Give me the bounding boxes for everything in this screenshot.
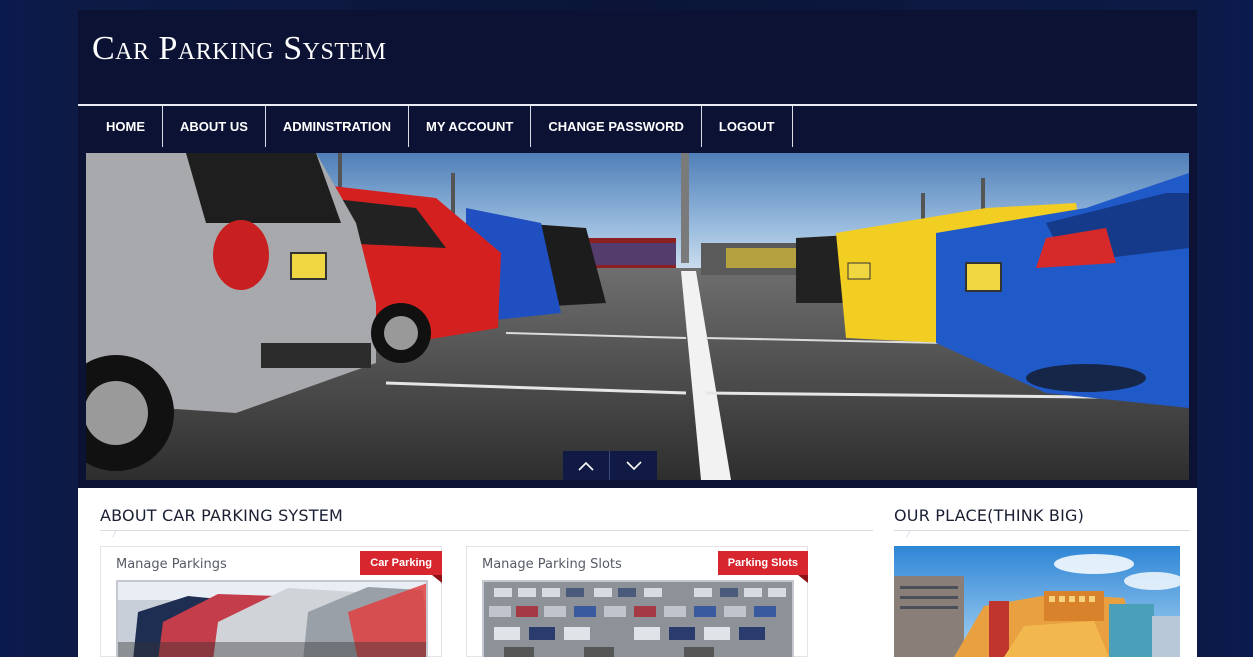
nav-about-us[interactable]: ABOUT US — [163, 106, 266, 147]
main-nav: HOME ABOUT US ADMINSTRATION MY ACCOUNT C… — [78, 104, 1197, 147]
nav-logout[interactable]: LOGOUT — [702, 106, 793, 147]
nav-my-account[interactable]: MY ACCOUNT — [409, 106, 532, 147]
nav-administration[interactable]: ADMINSTRATION — [266, 106, 409, 147]
card-image-parking-lot — [482, 580, 794, 657]
card-manage-parkings[interactable]: Manage Parkings Car Parking — [100, 546, 442, 657]
card-title: Manage Parking Slots — [482, 557, 622, 572]
slider-controls — [563, 451, 657, 480]
parking-lot-photo — [86, 153, 1189, 480]
card-image-parked-cars — [116, 580, 428, 657]
nav-home[interactable]: HOME — [78, 106, 163, 147]
site-title: Car Parking System — [92, 30, 387, 67]
badge-parking-slots[interactable]: Parking Slots — [717, 551, 809, 583]
place-divider — [894, 530, 1190, 531]
content-area: ABOUT CAR PARKING SYSTEM OUR PLACE(THINK… — [78, 488, 1197, 657]
place-heading: OUR PLACE(THINK BIG) — [894, 506, 1085, 525]
page-container: Car Parking System HOME ABOUT US ADMINST… — [78, 10, 1197, 657]
nav-change-password[interactable]: CHANGE PASSWORD — [531, 106, 702, 147]
place-building-image — [894, 546, 1180, 657]
badge-car-parking[interactable]: Car Parking — [360, 551, 442, 583]
slider-next-button[interactable] — [610, 451, 657, 480]
chevron-up-icon — [578, 461, 594, 471]
about-heading: ABOUT CAR PARKING SYSTEM — [100, 506, 344, 525]
about-divider — [100, 530, 873, 531]
site-header: Car Parking System — [78, 10, 1197, 104]
chevron-down-icon — [625, 460, 642, 470]
card-manage-parking-slots[interactable]: Manage Parking Slots Parking Slots — [466, 546, 809, 657]
card-title: Manage Parkings — [116, 557, 227, 572]
slider-prev-button[interactable] — [563, 451, 610, 480]
hero-banner-image — [86, 153, 1189, 480]
